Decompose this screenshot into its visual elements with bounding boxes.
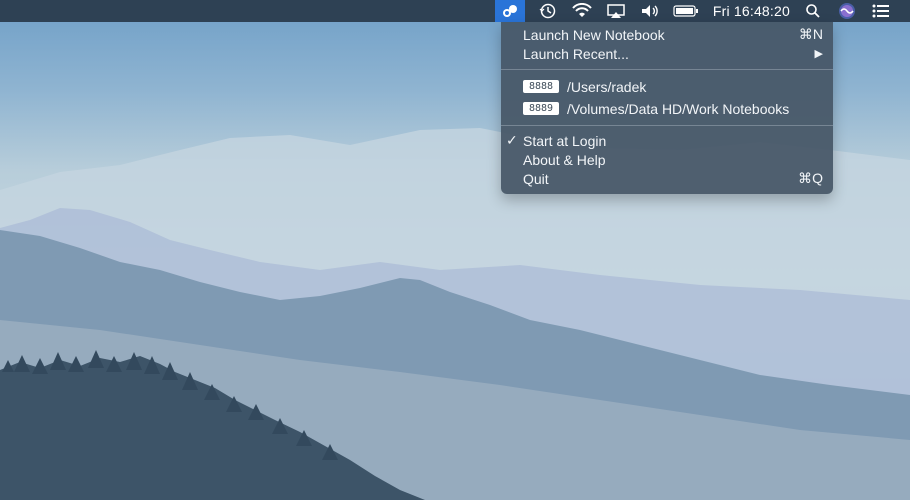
menu-item-server-8889[interactable]: 8889 /Volumes/Data HD/Work Notebooks: [501, 99, 833, 118]
jupyter-app-icon[interactable]: [494, 0, 525, 22]
jupyter-dropdown-menu: Launch New Notebook ⌘N Launch Recent... …: [501, 22, 833, 194]
port-badge: 8889: [523, 102, 559, 115]
menu-bar: Fri 16:48:20: [0, 0, 910, 22]
menu-item-start-at-login[interactable]: ✓ Start at Login: [501, 131, 833, 150]
menu-item-label: About & Help: [523, 151, 606, 168]
menu-item-label: Launch New Notebook: [523, 26, 665, 43]
port-badge: 8888: [523, 80, 559, 93]
menu-separator: [501, 69, 833, 70]
keyboard-shortcut: ⌘N: [798, 26, 823, 42]
menu-item-launch-new-notebook[interactable]: Launch New Notebook ⌘N: [501, 25, 833, 44]
menu-item-label: Launch Recent...: [523, 45, 629, 62]
battery-icon[interactable]: [669, 0, 703, 22]
server-path: /Users/radek: [567, 78, 647, 95]
menu-item-label: Quit: [523, 170, 549, 187]
menu-item-about-help[interactable]: About & Help: [501, 150, 833, 169]
server-path: /Volumes/Data HD/Work Notebooks: [567, 100, 790, 117]
menu-separator: [501, 125, 833, 126]
airplay-icon[interactable]: [601, 0, 631, 22]
notification-center-icon[interactable]: [866, 0, 896, 22]
menu-bar-clock[interactable]: Fri 16:48:20: [707, 0, 798, 22]
submenu-arrow-icon: ▶: [814, 48, 823, 60]
spotlight-search-icon[interactable]: [798, 0, 828, 22]
siri-icon[interactable]: [832, 0, 862, 22]
menu-item-label: Start at Login: [523, 132, 607, 149]
volume-icon[interactable]: [635, 0, 665, 22]
keyboard-shortcut: ⌘Q: [798, 170, 823, 186]
wifi-icon[interactable]: [567, 0, 597, 22]
time-machine-icon[interactable]: [533, 0, 563, 22]
menu-item-server-8888[interactable]: 8888 /Users/radek: [501, 77, 833, 96]
menu-item-quit[interactable]: Quit ⌘Q: [501, 169, 833, 188]
menu-item-launch-recent[interactable]: Launch Recent... ▶: [501, 44, 833, 63]
checkmark-icon: ✓: [506, 132, 518, 148]
